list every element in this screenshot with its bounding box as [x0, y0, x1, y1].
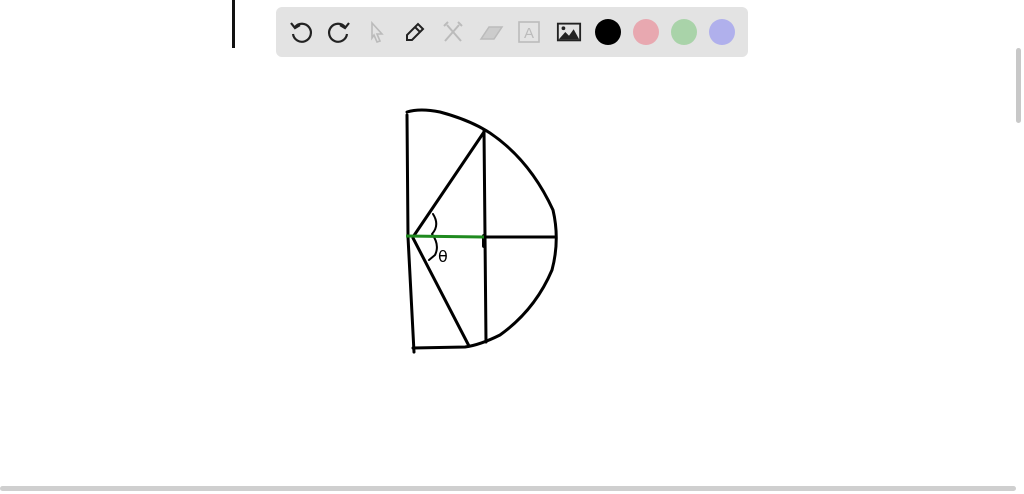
eraser-button[interactable] — [478, 19, 504, 45]
color-swatch-pink[interactable] — [633, 19, 659, 45]
image-button[interactable] — [556, 19, 582, 45]
semicircle-arc-stroke — [405, 108, 558, 350]
color-swatch-green[interactable] — [671, 19, 697, 45]
horizontal-scrollbar[interactable] — [0, 486, 1016, 491]
drawing-toolbar: A — [276, 7, 748, 57]
eraser-icon — [479, 26, 504, 40]
vertical-scrollbar[interactable] — [1016, 48, 1021, 123]
text-icon: A — [518, 21, 540, 43]
pen-icon — [406, 22, 425, 41]
text-icon-letter: A — [524, 25, 534, 42]
redo-button[interactable] — [326, 19, 352, 45]
color-swatch-blue[interactable] — [709, 19, 735, 45]
highlighted-diameter-stroke — [405, 234, 485, 239]
angle-theta-label: θ — [438, 247, 448, 266]
select-button[interactable] — [364, 19, 390, 45]
undo-button[interactable] — [288, 19, 314, 45]
left-vertical-stroke — [405, 113, 416, 354]
upper-diagonal-stroke — [411, 130, 486, 239]
drawing-canvas[interactable]: θ — [0, 0, 1024, 494]
select-pointer-icon — [371, 20, 384, 43]
redo-icon — [327, 22, 350, 43]
tools-button[interactable] — [440, 19, 466, 45]
color-swatch-black[interactable] — [595, 19, 621, 45]
text-button[interactable]: A — [516, 19, 542, 45]
tools-icon — [443, 21, 463, 42]
undo-icon — [290, 22, 313, 43]
image-icon — [556, 22, 582, 42]
pen-button[interactable] — [402, 19, 428, 45]
